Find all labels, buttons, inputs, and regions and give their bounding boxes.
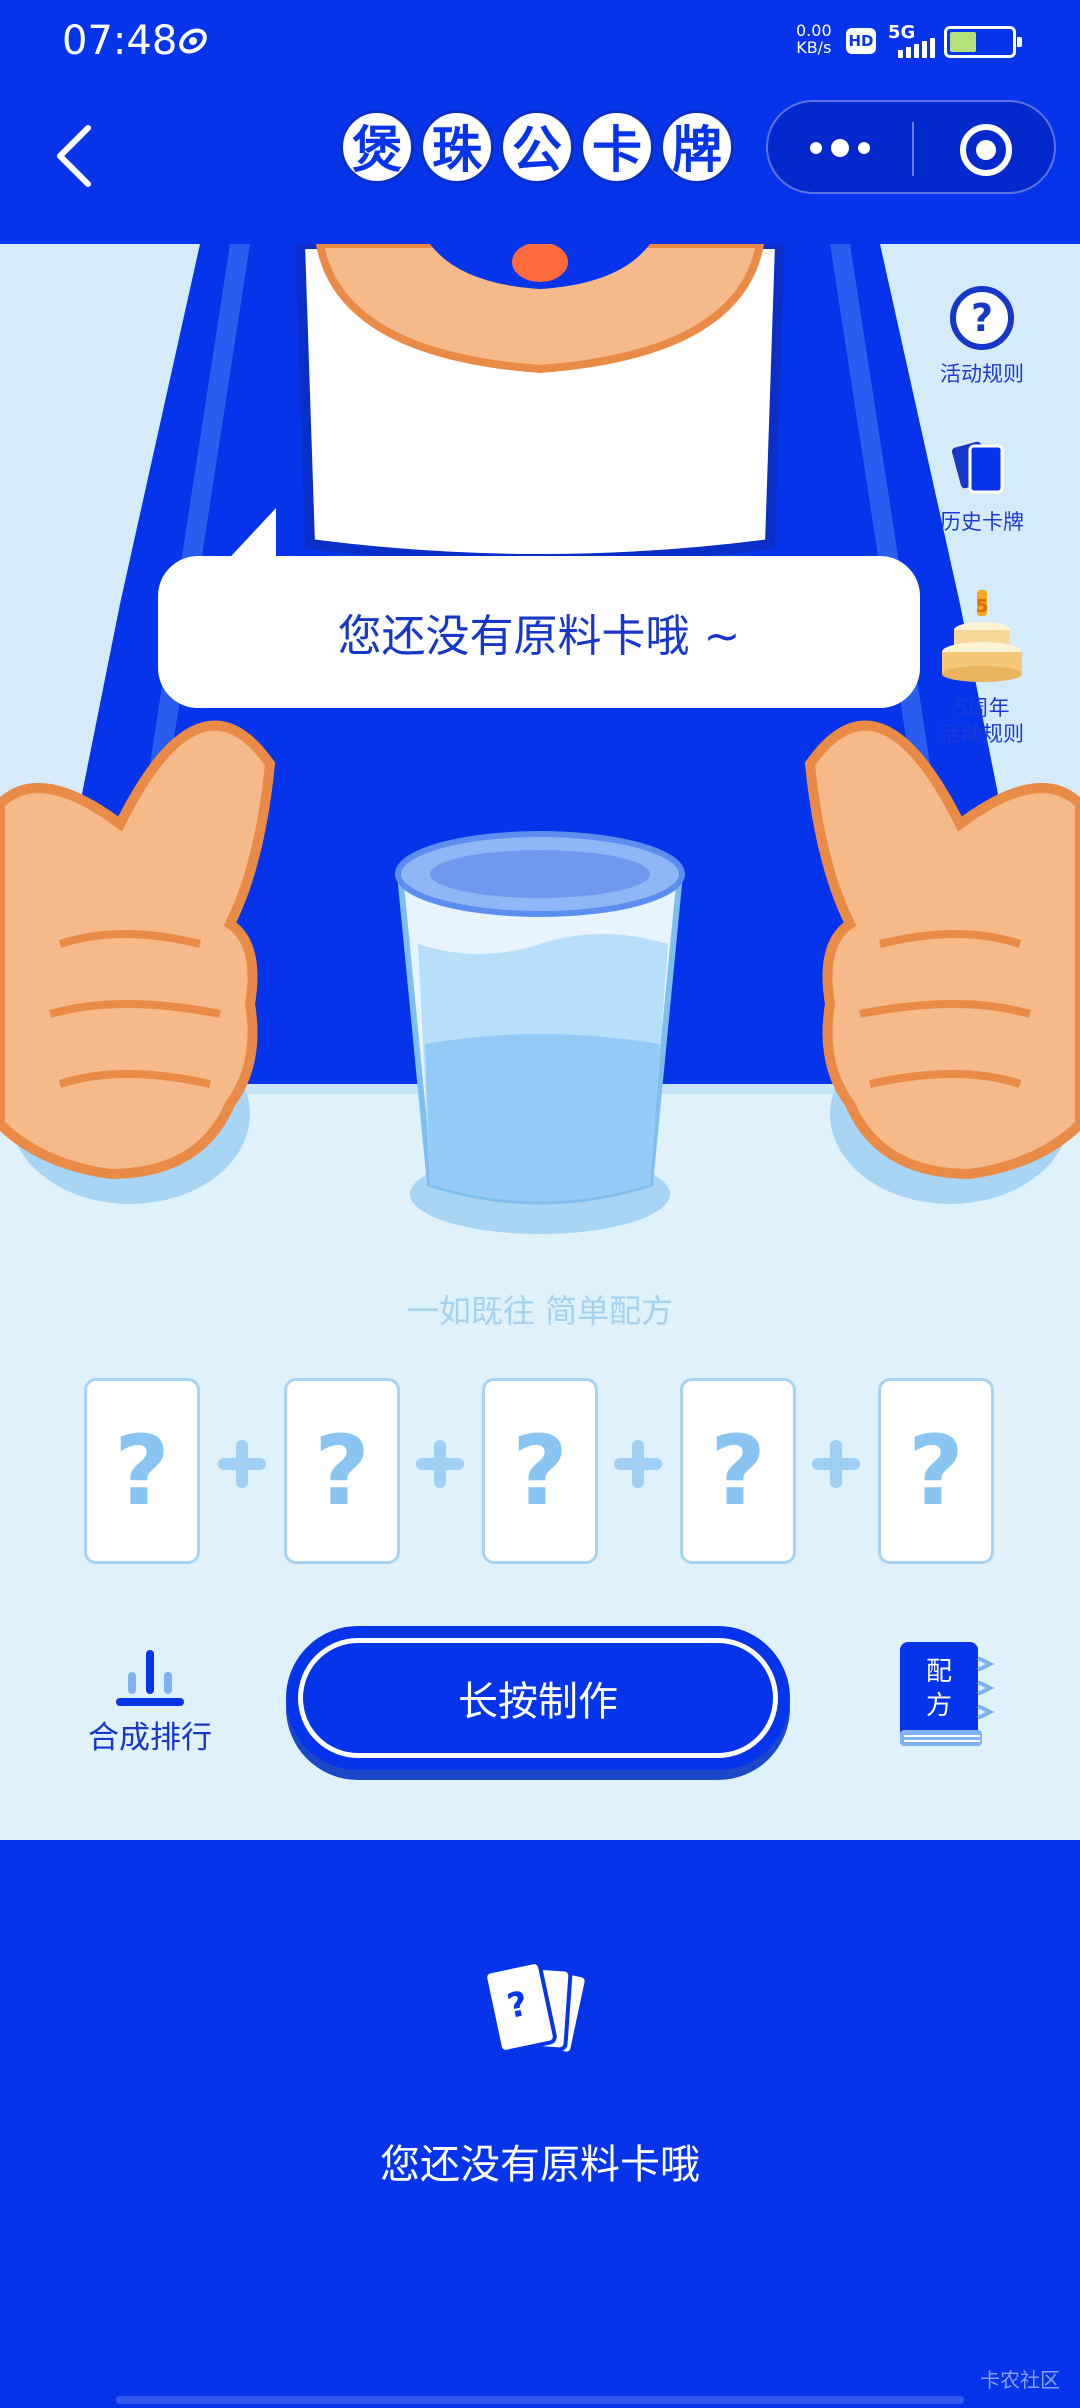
- speech-bubble: 您还没有原料卡哦 ~: [158, 556, 920, 708]
- long-press-make-button[interactable]: 长按制作: [286, 1626, 790, 1770]
- recipe-book-label-line1: 配: [926, 1657, 952, 1687]
- battery-icon: [944, 26, 1022, 58]
- net-speed: 0.00 KB/s: [796, 21, 832, 57]
- plus-icon: [812, 1440, 860, 1488]
- plus-icon: [614, 1440, 662, 1488]
- hd-badge: HD: [846, 28, 876, 54]
- recipe-book-icon: 配 方: [900, 1642, 995, 1746]
- plus-icon: [416, 1440, 464, 1488]
- make-button-label: 长按制作: [298, 1638, 778, 1758]
- history-cards-button[interactable]: 历史卡牌: [912, 438, 1052, 535]
- recipe-slot[interactable]: ?: [482, 1378, 598, 1564]
- question-circle-icon: ?: [950, 286, 1014, 350]
- back-icon[interactable]: [50, 114, 100, 198]
- svg-text:5: 5: [976, 596, 989, 617]
- anniversary-label-line2: 活动规则: [940, 722, 1024, 746]
- recipe-slogan: 一如既往 简单配方: [406, 1292, 674, 1330]
- clock: 07:48: [62, 18, 178, 64]
- empty-state-text: 您还没有原料卡哦: [380, 2142, 700, 2188]
- svg-text:?: ?: [971, 296, 993, 340]
- title-char: 珠: [420, 110, 494, 184]
- ranking-button[interactable]: 合成排行: [80, 1646, 220, 1757]
- status-bar: 07:48 0.00 KB/s HD 5G: [0, 0, 1080, 84]
- rules-label: 活动规则: [940, 362, 1024, 386]
- close-mini-program-icon[interactable]: [958, 122, 1014, 178]
- title-char: 煲: [340, 110, 414, 184]
- mini-program-capsule: [766, 100, 1056, 194]
- title-char: 公: [500, 110, 574, 184]
- recipe-slot[interactable]: ?: [878, 1378, 994, 1564]
- plus-icon: [218, 1440, 266, 1488]
- history-label: 历史卡牌: [940, 510, 1024, 534]
- more-icon[interactable]: [808, 132, 872, 164]
- title-char: 卡: [580, 110, 654, 184]
- rules-button[interactable]: ? 活动规则: [912, 284, 1052, 387]
- empty-cards-icon: ?: [483, 1960, 589, 2056]
- home-indicator: [116, 2396, 964, 2404]
- sync-icon: [179, 28, 207, 54]
- anniversary-label-line1: 5周年: [954, 696, 1010, 720]
- bubble-text: 您还没有原料卡哦 ~: [337, 611, 741, 662]
- watermark: 卡农社区: [980, 2368, 1060, 2392]
- nav-bar: 煲 珠 公 卡 牌: [0, 84, 1080, 244]
- ranking-label: 合成排行: [88, 1720, 212, 1756]
- anniversary-rules-button[interactable]: 5 5周年 活动规则: [912, 586, 1052, 747]
- recipe-slot[interactable]: ?: [284, 1378, 400, 1564]
- recipe-book-button[interactable]: 配 方: [896, 1638, 996, 1758]
- bar-chart-icon: [116, 1650, 184, 1706]
- recipe-slot[interactable]: ?: [680, 1378, 796, 1564]
- title-char: 牌: [660, 110, 734, 184]
- birthday-cake-icon: 5: [942, 590, 1022, 682]
- recipe-slot[interactable]: ?: [84, 1378, 200, 1564]
- page-title: 煲 珠 公 卡 牌: [340, 110, 734, 184]
- cards-icon: [951, 441, 1004, 494]
- signal-icon: [898, 38, 935, 58]
- ingredient-cards-panel: [0, 1840, 1080, 2408]
- recipe-book-label-line2: 方: [926, 1691, 952, 1721]
